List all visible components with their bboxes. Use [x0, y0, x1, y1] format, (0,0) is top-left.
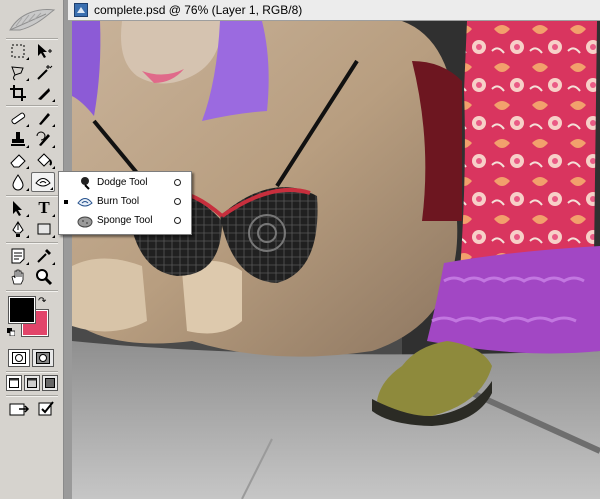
screen-mode-icon [9, 378, 19, 388]
crop-icon [10, 85, 26, 101]
magnifier-icon [36, 269, 53, 286]
edit-in-imageready-button[interactable] [34, 399, 58, 419]
shortcut-indicator-icon [174, 217, 181, 224]
hand-tool[interactable] [6, 267, 30, 287]
brush-icon [39, 113, 50, 125]
sponge-icon [77, 216, 93, 228]
marquee-icon [11, 44, 25, 58]
selected-bullet-icon [64, 200, 68, 204]
dodge-icon [81, 177, 90, 190]
screen-mode-icon [45, 378, 55, 388]
screen-mode-icon [27, 378, 37, 388]
magic-wand-icon [37, 65, 53, 80]
rectangle-shape-tool[interactable] [32, 219, 56, 239]
palette-separator [6, 105, 58, 107]
checkbox-pen-icon [38, 401, 54, 416]
document-title-bar[interactable]: complete.psd @ 76% (Layer 1, RGB/8) [68, 0, 600, 21]
foreground-color-swatch[interactable] [8, 296, 36, 324]
rectangle-icon [37, 223, 51, 235]
brush-tool[interactable] [32, 108, 56, 128]
photoshop-document-icon [74, 3, 88, 17]
photoshop-feather-logo [9, 9, 56, 31]
blur-tool[interactable] [6, 172, 30, 192]
slice-icon [38, 88, 50, 100]
bandage-icon [11, 112, 26, 125]
lasso-tool[interactable] [6, 62, 30, 82]
path-selection-tool[interactable] [6, 198, 30, 218]
lasso-icon [11, 66, 24, 81]
jump-to-imageready-button[interactable] [7, 399, 33, 419]
magic-wand-tool[interactable] [32, 62, 56, 82]
pen-icon [12, 221, 24, 237]
eyedropper-tool[interactable] [32, 246, 56, 266]
palette-separator [6, 290, 58, 292]
crop-tool[interactable] [6, 83, 30, 103]
move-icon [38, 44, 52, 58]
palette-separator [6, 395, 58, 397]
note-icon [11, 248, 25, 264]
arrow-icon [13, 201, 22, 216]
paint-bucket-tool[interactable] [32, 150, 56, 170]
type-tool[interactable]: T [32, 198, 56, 218]
hand-icon [11, 269, 24, 285]
document-window: complete.psd @ 76% (Layer 1, RGB/8) [68, 0, 600, 499]
stamp-icon [11, 132, 25, 146]
notes-tool[interactable] [6, 246, 30, 266]
pen-tool[interactable] [6, 219, 30, 239]
imageready-icon [9, 403, 30, 416]
palette-separator [6, 195, 58, 197]
full-screen-menu-mode-button[interactable] [24, 375, 40, 391]
type-icon: T [38, 198, 50, 217]
clone-stamp-tool[interactable] [6, 129, 30, 149]
healing-brush-tool[interactable] [6, 108, 30, 128]
quick-mask-icon [36, 352, 50, 364]
palette-separator [6, 242, 58, 244]
default-colors-icon[interactable] [7, 328, 15, 336]
history-brush-tool[interactable] [32, 129, 56, 149]
zoom-tool[interactable] [32, 267, 56, 287]
eraser-icon [10, 154, 26, 168]
image-canvas[interactable] [72, 21, 600, 499]
shortcut-indicator-icon [174, 179, 181, 186]
swap-colors-icon[interactable]: ↷ [38, 296, 46, 307]
rectangular-marquee-tool[interactable] [6, 41, 30, 61]
burn-tool[interactable] [31, 172, 55, 192]
menu-item-label: Dodge Tool [97, 177, 148, 188]
shortcut-indicator-icon [174, 198, 181, 205]
document-title: complete.psd @ 76% (Layer 1, RGB/8) [94, 3, 303, 17]
palette-separator [6, 38, 58, 40]
tools-palette: T ↷ [0, 0, 64, 499]
eraser-tool[interactable] [6, 150, 30, 170]
history-brush-icon [36, 131, 50, 146]
full-screen-mode-button[interactable] [42, 375, 58, 391]
menu-item-burn-tool[interactable]: Burn Tool [59, 193, 191, 212]
toning-tools-flyout-menu: Dodge Tool Burn Tool Sponge Tool [58, 171, 192, 235]
palette-separator [6, 371, 58, 373]
eyedropper-icon [37, 249, 51, 263]
standard-mode-icon [12, 352, 26, 364]
paint-bucket-icon [37, 153, 52, 167]
canvas-photo [72, 21, 600, 499]
menu-item-dodge-tool[interactable]: Dodge Tool [59, 174, 191, 193]
droplet-icon [12, 174, 24, 191]
menu-item-label: Sponge Tool [97, 215, 153, 226]
menu-item-label: Burn Tool [97, 196, 140, 207]
menu-item-sponge-tool[interactable]: Sponge Tool [59, 212, 191, 231]
burn-icon [77, 198, 93, 207]
quick-mask-mode-button[interactable] [32, 349, 54, 367]
slice-tool[interactable] [32, 83, 56, 103]
standard-mode-button[interactable] [8, 349, 30, 367]
standard-screen-mode-button[interactable] [6, 375, 22, 391]
move-tool[interactable] [32, 41, 56, 61]
